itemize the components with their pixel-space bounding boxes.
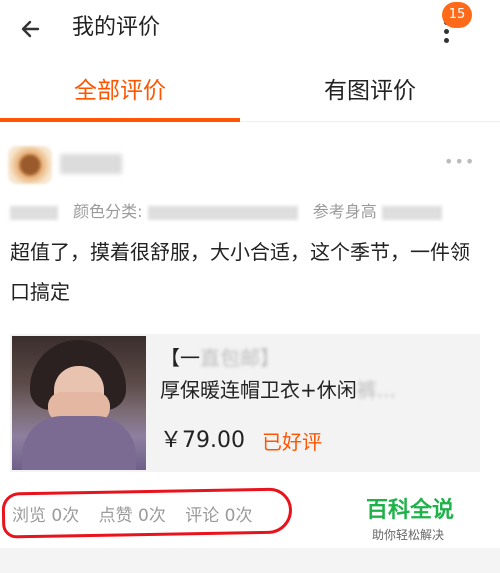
annotation-highlight bbox=[1, 487, 293, 539]
redacted-text bbox=[10, 205, 58, 220]
product-card[interactable]: 【一直包邮】 厚保暖连帽卫衣+休闲裤... ￥79.00 已好评 bbox=[10, 334, 480, 472]
bottom-divider bbox=[0, 548, 500, 573]
sku-height-label: 参考身高 bbox=[312, 202, 377, 221]
page-title: 我的评价 bbox=[72, 15, 161, 40]
avatar[interactable] bbox=[8, 146, 52, 184]
username-redacted bbox=[60, 154, 122, 174]
active-tab-indicator bbox=[0, 118, 240, 122]
product-title[interactable]: 【一直包邮】 厚保暖连帽卫衣+休闲裤... bbox=[160, 342, 470, 406]
product-price: ￥79.00 bbox=[160, 428, 245, 453]
sku-color-label: 颜色分类: bbox=[73, 202, 143, 221]
product-image[interactable] bbox=[12, 336, 146, 470]
watermark-logo: 百科全说 bbox=[366, 498, 455, 523]
app-header: 我的评价 15 bbox=[0, 0, 500, 56]
review-more-icon[interactable]: ••• bbox=[444, 152, 475, 171]
rating-status: 已好评 bbox=[262, 430, 322, 454]
review-content: 超值了，摸着很舒服，大小合适，这个季节，一件领口搞定 bbox=[10, 240, 470, 304]
sku-info: 颜色分类: 参考身高 bbox=[10, 200, 490, 224]
redacted-text bbox=[381, 205, 442, 220]
back-arrow-icon[interactable] bbox=[16, 14, 46, 44]
tab-all-reviews[interactable]: 全部评价 bbox=[0, 60, 240, 122]
review-tabs: 全部评价 有图评价 bbox=[0, 60, 500, 122]
tab-image-reviews[interactable]: 有图评价 bbox=[250, 60, 490, 122]
notification-badge: 15 bbox=[442, 2, 472, 28]
watermark-tagline: 助你轻松解决 bbox=[372, 528, 445, 542]
redacted-text bbox=[147, 205, 298, 220]
